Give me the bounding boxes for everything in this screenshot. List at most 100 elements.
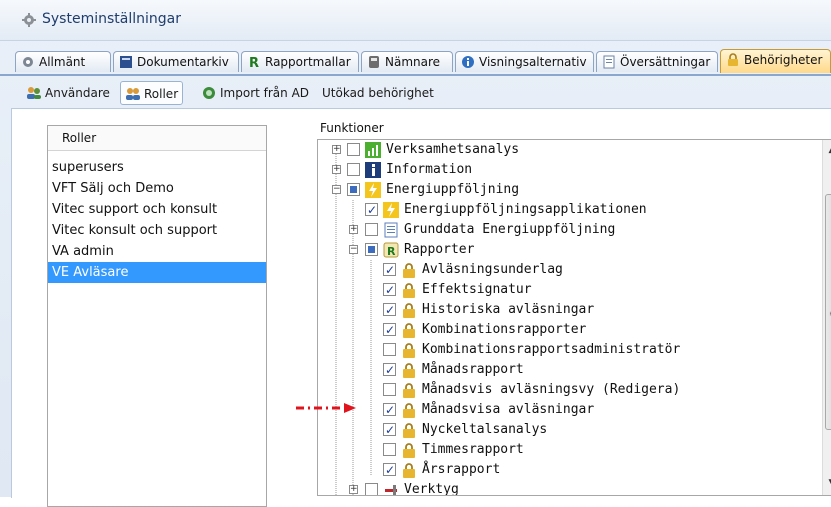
settings-window: Systeminställningar Allmänt Dokumentarki… xyxy=(0,0,831,507)
checkbox[interactable] xyxy=(383,360,396,380)
tree-row[interactable]: + Verktyg xyxy=(318,480,813,495)
tree-row[interactable]: Timmesrapport xyxy=(318,440,813,460)
expand-toggle[interactable]: + xyxy=(332,145,341,154)
tab-label: Dokumentarkiv xyxy=(137,55,229,69)
checkbox[interactable] xyxy=(365,223,378,236)
main-tab-strip: Allmänt Dokumentarkiv R Rapportmallar Näm… xyxy=(0,48,831,76)
checkbox[interactable] xyxy=(383,400,396,420)
tree-label: Timmesrapport xyxy=(422,442,524,457)
lock-icon xyxy=(403,263,415,278)
checkbox[interactable] xyxy=(383,443,396,456)
svg-text:R: R xyxy=(387,245,396,258)
list-item[interactable]: Vitec support och konsult xyxy=(48,199,266,220)
list-item[interactable]: VA admin xyxy=(48,241,266,262)
functions-tree: + Verksamhetsanalys + Information − Ener… xyxy=(317,139,831,496)
tab-rapportmallar[interactable]: R Rapportmallar xyxy=(241,51,359,72)
gear-icon xyxy=(22,13,36,27)
document-icon xyxy=(603,55,615,69)
checkbox[interactable] xyxy=(383,260,396,280)
checkbox[interactable] xyxy=(383,300,396,320)
checkbox[interactable] xyxy=(383,383,396,396)
checkbox[interactable] xyxy=(383,460,396,480)
document-icon xyxy=(384,222,398,238)
list-item-selected[interactable]: VE Avläsare xyxy=(48,262,266,283)
tree-row[interactable]: Månadsrapport xyxy=(318,360,813,380)
list-item[interactable]: Vitec konsult och support xyxy=(48,220,266,241)
content-panel: Roller superusers VFT Sälj och Demo Vite… xyxy=(11,108,831,507)
checkbox[interactable] xyxy=(383,320,396,340)
roles-list: Roller superusers VFT Sälj och Demo Vite… xyxy=(47,125,267,507)
tree-label: Grunddata Energiuppföljning xyxy=(404,222,616,237)
tree-label: Månadsrapport xyxy=(422,362,524,377)
info-icon xyxy=(365,162,381,178)
checkbox[interactable] xyxy=(365,483,378,495)
scroll-down-arrow-icon[interactable]: ▼ xyxy=(823,475,831,491)
tree-label: Avläsningsunderlag xyxy=(422,262,563,277)
list-item[interactable]: superusers xyxy=(48,157,266,178)
lock-icon xyxy=(403,323,415,338)
tree-row[interactable]: + Information xyxy=(318,160,813,180)
tree-label: Nyckeltalsanalys xyxy=(422,422,548,437)
tree-label: Energiuppföljningsapplikationen xyxy=(404,202,647,217)
lock-icon xyxy=(403,403,415,418)
tab-dokumentarkiv[interactable]: Dokumentarkiv xyxy=(113,51,239,72)
subtab-roller[interactable]: Roller xyxy=(120,81,184,105)
subtab-label: Roller xyxy=(144,87,179,101)
subtab-import-fran-ad[interactable]: Import från AD xyxy=(197,81,313,105)
tab-label: Översättningar xyxy=(620,55,711,69)
tab-visningsalternativ[interactable]: Visningsalternativ xyxy=(455,51,594,72)
tree-row[interactable]: Kombinationsrapportsadministratör xyxy=(318,340,813,360)
subtab-utokad-behorighet[interactable]: Utökad behörighet xyxy=(318,81,438,105)
users-icon xyxy=(27,87,41,99)
list-item[interactable]: VFT Sälj och Demo xyxy=(48,178,266,199)
functions-label: Funktioner xyxy=(320,121,384,135)
expand-toggle[interactable]: + xyxy=(332,165,341,174)
checkbox[interactable] xyxy=(347,183,360,196)
tree-row[interactable]: Historiska avläsningar xyxy=(318,300,813,320)
lock-icon xyxy=(403,383,415,398)
checkbox[interactable] xyxy=(383,420,396,440)
checkbox[interactable] xyxy=(383,343,396,356)
tree-row[interactable]: Energiuppföljningsapplikationen xyxy=(318,200,813,220)
tree-row[interactable]: + Grunddata Energiuppföljning xyxy=(318,220,813,240)
lock-icon xyxy=(403,463,415,478)
tree-row[interactable]: − Energiuppföljning xyxy=(318,180,813,200)
scroll-thumb[interactable]: ≡ xyxy=(825,194,831,430)
tab-namnare[interactable]: Nämnare xyxy=(361,51,453,72)
tab-allmant[interactable]: Allmänt xyxy=(15,51,111,72)
tab-label: Nämnare xyxy=(385,55,441,69)
tree-row[interactable]: Kombinationsrapporter xyxy=(318,320,813,340)
lock-icon xyxy=(403,303,415,318)
lightning-icon xyxy=(383,202,399,218)
subtab-label: Utökad behörighet xyxy=(322,86,434,100)
window-title: Systeminställningar xyxy=(42,11,181,27)
expand-toggle[interactable]: + xyxy=(349,485,358,494)
tree-row[interactable]: Effektsignatur xyxy=(318,280,813,300)
report-r-icon: R xyxy=(249,56,259,69)
collapse-toggle[interactable]: − xyxy=(349,245,358,254)
roles-header: Roller xyxy=(48,126,266,151)
tree-row[interactable]: Månadsvisa avläsningar xyxy=(318,400,813,420)
tab-label: Allmänt xyxy=(39,55,86,69)
collapse-toggle[interactable]: − xyxy=(332,185,341,194)
tree-label: Verksamhetsanalys xyxy=(386,142,520,157)
expand-toggle[interactable]: + xyxy=(349,225,358,234)
tab-behorigheter[interactable]: Behörigheter xyxy=(720,49,831,73)
scroll-up-arrow-icon[interactable]: ▲ xyxy=(823,142,831,158)
checkbox[interactable] xyxy=(365,243,378,256)
tab-oversattningar[interactable]: Översättningar xyxy=(596,51,718,72)
vertical-scrollbar[interactable]: ▲ ≡ ▼ xyxy=(822,140,831,495)
tree-row[interactable]: − R Rapporter xyxy=(318,240,813,260)
subtab-label: Import från AD xyxy=(220,86,310,100)
checkbox[interactable] xyxy=(365,200,378,220)
subtab-anvandare[interactable]: Användare xyxy=(22,81,114,105)
tree-row[interactable]: Nyckeltalsanalys xyxy=(318,420,813,440)
checkbox[interactable] xyxy=(347,143,360,156)
checkbox[interactable] xyxy=(383,280,396,300)
tree-row[interactable]: Avläsningsunderlag xyxy=(318,260,813,280)
tree-row[interactable]: Årsrapport xyxy=(318,460,813,480)
lightning-icon xyxy=(365,182,381,198)
tree-row[interactable]: + Verksamhetsanalys xyxy=(318,140,813,160)
tree-row[interactable]: Månadsvis avläsningsvy (Redigera) xyxy=(318,380,813,400)
checkbox[interactable] xyxy=(347,163,360,176)
